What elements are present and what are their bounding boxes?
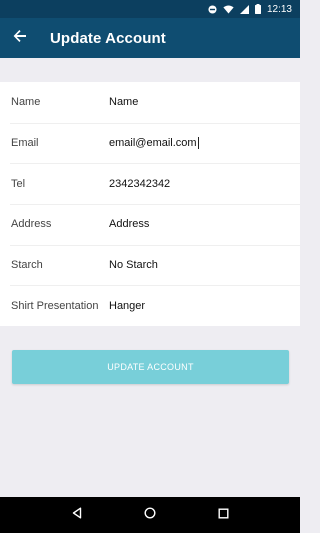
email-input[interactable]: email@email.com [98, 136, 300, 150]
back-button[interactable] [0, 18, 40, 58]
shirt-presentation-select[interactable]: Hanger [98, 300, 300, 312]
recents-square-icon [218, 506, 229, 524]
text-cursor [197, 137, 199, 150]
battery-icon [254, 4, 261, 14]
arrow-left-icon [13, 29, 27, 48]
nav-recents-button[interactable] [205, 497, 241, 533]
field-label-starch: Starch [11, 259, 43, 272]
field-row-name: Name [0, 82, 300, 123]
update-account-button[interactable]: UPDATE ACCOUNT [12, 350, 289, 384]
home-circle-icon [144, 506, 156, 524]
field-label-tel: Tel [11, 177, 26, 190]
signal-icon [239, 4, 249, 14]
field-label-shirt-presentation: Shirt Presentation [11, 299, 99, 312]
account-form: Name Email email@email.com Tel Address S… [0, 82, 300, 326]
back-triangle-icon [71, 506, 83, 524]
nav-home-button[interactable] [132, 497, 168, 533]
nav-back-button[interactable] [59, 497, 95, 533]
app-bar: Update Account [0, 18, 300, 58]
field-label-name: Name [11, 96, 41, 109]
system-nav-bar [0, 497, 300, 533]
status-bar: 12:13 [0, 0, 300, 18]
dnd-icon [208, 4, 217, 14]
wifi-icon [223, 4, 234, 14]
name-input[interactable] [109, 96, 289, 109]
field-row-tel: Tel [0, 163, 300, 204]
field-row-address: Address [0, 204, 300, 245]
status-time: 12:13 [266, 3, 292, 15]
field-row-shirt-presentation: Shirt Presentation Hanger [0, 285, 300, 326]
address-input[interactable] [109, 218, 289, 231]
field-row-email: Email email@email.com [0, 122, 300, 164]
field-label-email: Email [11, 137, 39, 150]
email-value: email@email.com [109, 136, 197, 149]
page-title: Update Account [50, 29, 166, 47]
starch-select[interactable]: No Starch [98, 259, 300, 271]
tel-input[interactable] [109, 177, 289, 190]
field-row-starch: Starch No Starch [0, 244, 300, 286]
field-label-address: Address [11, 218, 52, 231]
